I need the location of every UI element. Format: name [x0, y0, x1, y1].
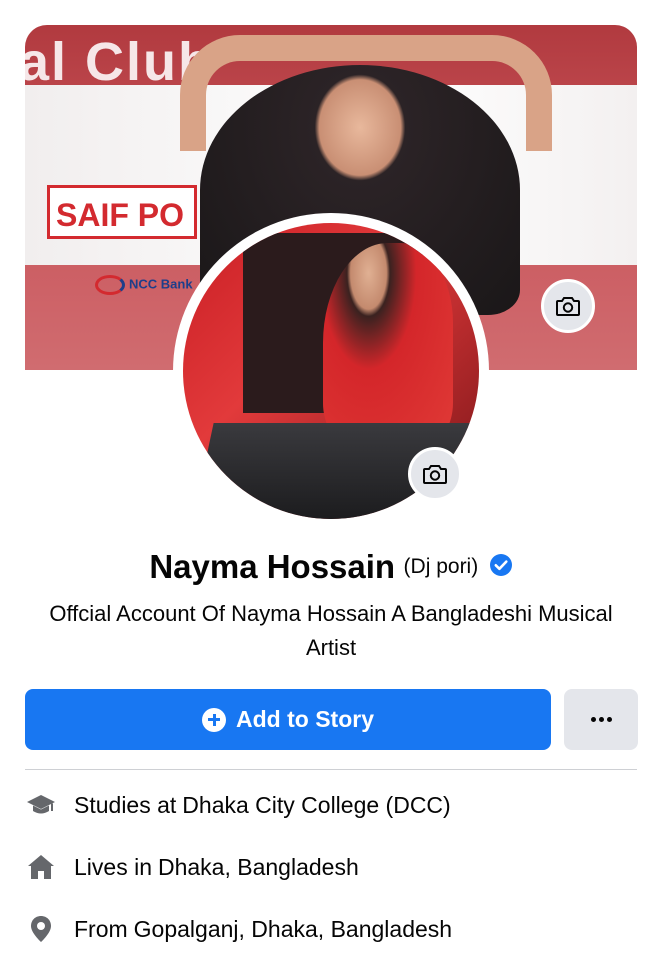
plus-circle-icon: [202, 707, 226, 732]
detail-education: Studies at Dhaka City College (DCC): [25, 787, 637, 823]
ncc-logo-icon: [95, 275, 125, 295]
edit-avatar-camera-button[interactable]: [408, 447, 462, 501]
profile-name-line: Nayma Hossain (Dj pori): [0, 548, 662, 586]
detail-education-link[interactable]: Dhaka City College (DCC): [182, 792, 450, 819]
detail-residence-prefix: Lives in: [74, 853, 152, 880]
divider: [25, 769, 637, 770]
detail-residence-link[interactable]: Dhaka, Bangladesh: [158, 854, 359, 881]
profile-nickname: (Dj pori): [403, 555, 479, 578]
profile-name: Nayma Hossain: [149, 548, 396, 585]
detail-residence: Lives in Dhaka, Bangladesh: [25, 849, 637, 885]
more-options-button[interactable]: [564, 689, 638, 750]
detail-education-prefix: Studies at: [74, 791, 177, 818]
avatar-person: [323, 243, 453, 443]
detail-hometown-link[interactable]: Gopalganj, Dhaka, Bangladesh: [134, 916, 452, 943]
profile-bio: Offcial Account Of Nayma Hossain A Bangl…: [49, 601, 613, 660]
edit-cover-camera-button[interactable]: [541, 279, 595, 333]
detail-hometown-prefix: From: [74, 915, 128, 942]
home-icon: [25, 851, 57, 883]
more-dots-icon: [590, 717, 596, 722]
verified-badge-icon: [489, 553, 513, 582]
cover-sponsor-saif: SAIF PO: [47, 185, 197, 239]
more-dot: [598, 717, 604, 722]
cover-sponsor-ncc-text: NCC Bank: [129, 276, 193, 292]
add-to-story-button[interactable]: Add to Story: [25, 689, 551, 750]
location-pin-icon: [25, 913, 57, 945]
detail-hometown: From Gopalganj, Dhaka, Bangladesh: [25, 911, 637, 947]
more-dot: [606, 717, 612, 722]
add-to-story-label: Add to Story: [236, 706, 374, 732]
camera-icon: [423, 465, 447, 484]
cover-sponsor-ncc: NCC Bank: [95, 275, 193, 295]
camera-icon: [556, 297, 580, 316]
graduation-cap-icon: [25, 789, 57, 821]
